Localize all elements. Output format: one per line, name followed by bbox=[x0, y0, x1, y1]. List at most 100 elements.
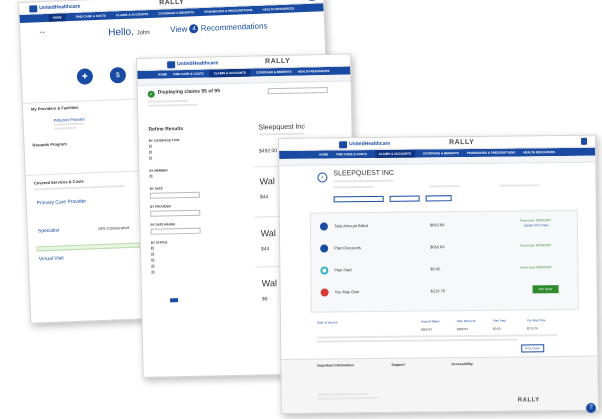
col-billed: Amount Billed bbox=[420, 319, 440, 324]
filter-checkbox[interactable] bbox=[148, 144, 152, 148]
back-chevron-icon[interactable]: ‹ bbox=[317, 172, 328, 183]
footer-important-info: Important Information bbox=[317, 363, 354, 368]
nav-home[interactable]: HOME bbox=[48, 13, 66, 22]
date-select[interactable] bbox=[149, 191, 200, 199]
logo-mark-icon bbox=[167, 60, 176, 68]
profile-button[interactable] bbox=[581, 137, 588, 145]
claim-amount: $492.00 bbox=[258, 148, 278, 155]
logo-mark-icon bbox=[339, 140, 348, 148]
row-discount-status: Processed: 00/00/2020 bbox=[520, 243, 552, 248]
filter-checkbox[interactable] bbox=[151, 270, 155, 274]
owe-icon bbox=[320, 288, 329, 297]
nav-find-care[interactable]: FIND CARE & COSTS bbox=[76, 14, 107, 19]
sum-paid: $0.00 bbox=[492, 326, 501, 331]
claim-provider-2[interactable]: Wal bbox=[260, 176, 275, 186]
profile-button[interactable] bbox=[308, 0, 316, 1]
filter-checkbox[interactable] bbox=[151, 264, 155, 268]
find-care-icon[interactable]: ✚ bbox=[76, 68, 94, 85]
recommendation-count-badge: 4 bbox=[189, 24, 199, 34]
nav-home[interactable]: HOME bbox=[158, 72, 167, 76]
action-button-2[interactable] bbox=[389, 195, 420, 202]
sum-discount: $660.84 bbox=[456, 327, 468, 332]
billed-icon bbox=[319, 222, 328, 231]
claims-status: Displaying claims 95 of 95 bbox=[157, 88, 221, 96]
nav-pharmacies[interactable]: PHARMACIES & PRESCRIPTIONS bbox=[467, 151, 516, 156]
unitedhealthcare-logo[interactable]: UnitedHealthcare bbox=[29, 3, 80, 13]
nav-pharmacies[interactable]: PHARMACIES & PRESCRIPTIONS bbox=[204, 8, 253, 14]
print-claim-button[interactable]: Print Claim bbox=[521, 344, 544, 353]
footer-support: Support bbox=[391, 362, 405, 367]
help-chat-icon[interactable]: ? bbox=[586, 403, 596, 413]
pay-now-button[interactable]: PAY NOW bbox=[532, 285, 559, 294]
brand-name: UnitedHealthcare bbox=[39, 3, 81, 12]
unitedhealthcare-logo[interactable]: UnitedHealthcare bbox=[167, 59, 218, 68]
col-discount: Plan Discount bbox=[456, 318, 476, 324]
filter-checkbox[interactable] bbox=[151, 252, 155, 256]
nav-coverage[interactable]: COVERAGE & BENEFITS bbox=[256, 70, 292, 75]
rewards-heading: Rewards Program bbox=[32, 141, 67, 148]
detail-provider: SLEEPQUEST INC bbox=[333, 169, 394, 178]
claim-amount-2: $44 bbox=[259, 194, 269, 201]
claim-provider-3[interactable]: Wal bbox=[261, 228, 276, 238]
nav-find-care[interactable]: FIND CARE & COSTS bbox=[173, 72, 204, 77]
sort-select[interactable] bbox=[267, 86, 328, 95]
plan-paid-icon bbox=[320, 266, 329, 275]
explain-claim-link[interactable]: Explain This Claim bbox=[524, 223, 549, 227]
footer-accessibility: Accessibility bbox=[451, 361, 473, 367]
filter-checkbox[interactable] bbox=[150, 246, 155, 250]
row-owe-value: $210.76 bbox=[430, 288, 446, 294]
row-paid-status: Processed: 00/00/2020 bbox=[520, 265, 552, 270]
row-billed-value: $660.84 bbox=[429, 222, 445, 228]
filter-checkbox[interactable] bbox=[149, 174, 153, 178]
rally-logo: RALLY bbox=[265, 57, 291, 66]
claim-provider-4[interactable]: Wal bbox=[262, 278, 277, 288]
filter-date: BY DATE bbox=[149, 186, 163, 191]
row-owe-label: You May Owe bbox=[334, 289, 360, 295]
claim-amount-4: $6 bbox=[262, 296, 268, 303]
rally-logo: RALLY bbox=[159, 0, 185, 7]
claim-detail-window: UnitedHealthcare RALLY HOME FIND CARE & … bbox=[278, 134, 599, 414]
claim-amount-3: $44 bbox=[260, 246, 270, 253]
nav-find-care[interactable]: FIND CARE & COSTS bbox=[336, 152, 367, 156]
refine-heading: Refine Results bbox=[148, 126, 184, 133]
nav-health-resources[interactable]: HEALTH RESOURCES bbox=[298, 69, 330, 74]
unitedhealthcare-logo[interactable]: UnitedHealthcare bbox=[339, 140, 390, 149]
nav-claims[interactable]: CLAIMS & ACCOUNTS bbox=[116, 12, 148, 17]
nav-claims[interactable]: CLAIMS & ACCOUNTS bbox=[209, 68, 250, 78]
nav-home[interactable]: HOME bbox=[319, 152, 328, 156]
nav-coverage[interactable]: COVERAGE & BENEFITS bbox=[423, 151, 459, 155]
date-range-select[interactable] bbox=[150, 227, 201, 235]
footer-rally-logo: RALLY bbox=[517, 397, 540, 404]
view-recommendations-link[interactable]: View 4 Recommendations bbox=[170, 21, 268, 34]
notice-banner bbox=[36, 242, 147, 252]
service-virtual-visit[interactable]: Virtual Visit bbox=[39, 255, 64, 262]
services-heading: Covered Services & Costs bbox=[33, 178, 84, 186]
manage-claims-icon[interactable]: $ bbox=[109, 66, 127, 84]
filter-status: BY STATUS bbox=[150, 240, 168, 245]
filter-provider: BY PROVIDER bbox=[150, 204, 171, 209]
rally-logo: RALLY bbox=[449, 138, 475, 147]
filter-checkbox[interactable] bbox=[151, 258, 155, 262]
nav-coverage[interactable]: COVERAGE & BENEFITS bbox=[158, 10, 194, 15]
row-billed-status: Processed: 00/00/2020 bbox=[519, 218, 551, 223]
col-owe: You May Owe bbox=[526, 318, 546, 323]
nav-health-resources[interactable]: HEALTH RESOURCES bbox=[523, 150, 555, 154]
claim-provider[interactable]: Sleepquest Inc bbox=[258, 123, 304, 131]
provider-select[interactable] bbox=[150, 209, 201, 217]
filter-date-range: BY DATE RANGE bbox=[150, 222, 176, 227]
apply-filters-button[interactable] bbox=[170, 298, 179, 303]
nav-health-resources[interactable]: HEALTH RESOURCES bbox=[263, 6, 295, 11]
filter-checkbox[interactable] bbox=[148, 150, 153, 154]
service-specialist[interactable]: Specialist bbox=[38, 228, 60, 235]
filter-checkbox[interactable] bbox=[149, 156, 153, 160]
greeting-heading: Hello, John bbox=[108, 26, 150, 39]
service-pcp[interactable]: Primary Care Provider bbox=[37, 199, 87, 207]
logo-mark-icon bbox=[29, 4, 38, 13]
action-button-3[interactable] bbox=[425, 195, 452, 202]
sum-owe: $210.76 bbox=[526, 326, 538, 331]
row-paid-label: Plan Paid bbox=[334, 267, 352, 273]
nav-claims[interactable]: CLAIMS & ACCOUNTS bbox=[374, 149, 416, 158]
providers-heading: My Providers & Facilities bbox=[31, 104, 79, 112]
row-discount-label: Plan Discounts bbox=[334, 245, 361, 251]
action-button-1[interactable] bbox=[333, 195, 384, 203]
